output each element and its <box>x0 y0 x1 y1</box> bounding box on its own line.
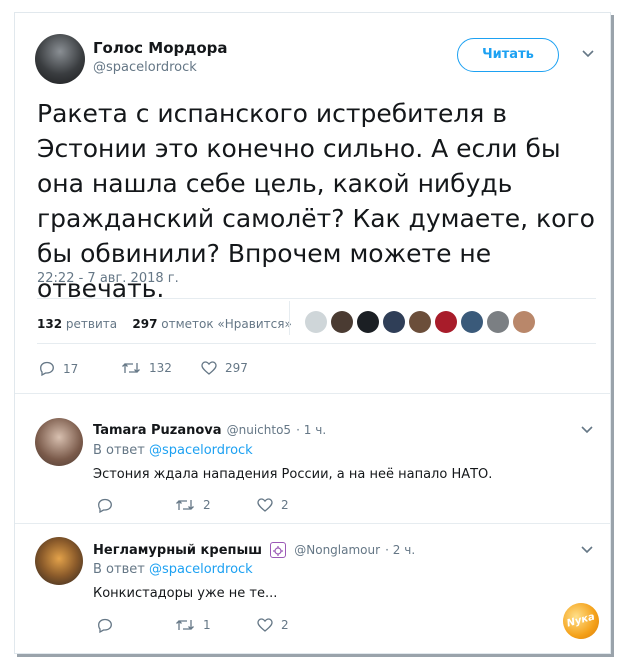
chevron-down-icon[interactable] <box>581 543 593 557</box>
retweet-count: 1 <box>203 618 211 632</box>
divider <box>37 298 596 299</box>
follow-button[interactable]: Читать <box>457 38 559 72</box>
reply-action[interactable] <box>97 618 113 633</box>
divider <box>15 393 610 394</box>
liker-avatar[interactable] <box>435 311 457 333</box>
engagement-stats: 132 ретвита 297 отметок «Нравится» <box>37 317 292 331</box>
reply-author-name[interactable]: Негламурный крепыш <box>93 543 262 558</box>
liker-avatar[interactable] <box>383 311 405 333</box>
retweets-label[interactable]: ретвита <box>66 317 117 331</box>
like-icon <box>257 498 273 512</box>
retweet-icon <box>176 620 194 630</box>
like-count: 2 <box>281 618 289 632</box>
liker-avatar[interactable] <box>487 311 509 333</box>
reply-header: Негламурный крепыш @Nonglamour · 2 ч. <box>93 539 415 558</box>
liker-avatar[interactable] <box>305 311 327 333</box>
retweet-count: 2 <box>203 498 211 512</box>
retweet-action[interactable]: 2 <box>175 498 211 512</box>
reply-header: Tamara Puzanova @nuichto5 · 1 ч. <box>93 419 326 438</box>
author-name[interactable]: Голос Мордора <box>93 39 228 57</box>
reply-author-handle[interactable]: @Nonglamour <box>294 543 380 557</box>
liker-avatar[interactable] <box>409 311 431 333</box>
likes-count[interactable]: 297 <box>132 317 157 331</box>
like-count: 2 <box>281 498 289 512</box>
retweet-icon <box>122 363 140 373</box>
retweet-icon <box>176 500 194 510</box>
like-action[interactable]: 2 <box>257 498 289 512</box>
retweet-action[interactable]: 132 <box>121 361 172 375</box>
chevron-down-icon[interactable] <box>581 423 593 437</box>
reply-author-name[interactable]: Tamara Puzanova <box>93 423 222 438</box>
like-icon <box>257 618 273 632</box>
reply-author-handle[interactable]: @nuichto5 <box>227 423 291 437</box>
like-icon <box>201 361 217 375</box>
divider <box>15 523 610 524</box>
divider <box>37 343 596 344</box>
reply-action[interactable] <box>97 498 113 513</box>
reply-action[interactable]: 17 <box>39 361 78 376</box>
like-action[interactable]: 297 <box>201 361 248 375</box>
in-reply-to: В ответ @spacelordrock <box>93 562 253 577</box>
author-avatar[interactable] <box>35 34 85 84</box>
liker-avatar[interactable] <box>331 311 353 333</box>
tweet-card: Голос Мордора @spacelordrock Читать Раке… <box>14 12 611 654</box>
reply-text: Эстония ждала нападения России, а на неё… <box>93 467 493 482</box>
reply-avatar[interactable] <box>35 418 83 466</box>
like-count: 297 <box>225 361 248 375</box>
author-handle[interactable]: @spacelordrock <box>93 60 197 75</box>
in-reply-prefix: В ответ <box>93 562 145 577</box>
retweet-count: 132 <box>149 361 172 375</box>
reply-time[interactable]: · 2 ч. <box>385 543 415 557</box>
likes-label[interactable]: отметок «Нравится» <box>161 317 292 331</box>
in-reply-prefix: В ответ <box>93 443 145 458</box>
reply-avatar[interactable] <box>35 537 83 585</box>
tweet-timestamp[interactable]: 22:22 - 7 авг. 2018 г. <box>37 271 179 286</box>
retweet-action[interactable]: 1 <box>175 618 211 632</box>
reply-icon <box>40 361 54 376</box>
divider <box>289 301 290 335</box>
reply-icon <box>98 618 112 633</box>
retweets-count[interactable]: 132 <box>37 317 62 331</box>
reply-text: Конкистадоры уже не те... <box>93 586 278 601</box>
reply-count: 17 <box>63 361 79 376</box>
liker-avatar[interactable] <box>357 311 379 333</box>
like-action[interactable]: 2 <box>257 618 289 632</box>
liker-avatar[interactable] <box>513 311 535 333</box>
in-reply-handle[interactable]: @spacelordrock <box>149 443 253 458</box>
chevron-down-icon[interactable] <box>582 47 594 61</box>
liker-avatar[interactable] <box>461 311 483 333</box>
reply-icon <box>98 498 112 513</box>
reply-time[interactable]: · 1 ч. <box>296 423 326 437</box>
in-reply-handle[interactable]: @spacelordrock <box>149 562 253 577</box>
in-reply-to: В ответ @spacelordrock <box>93 443 253 458</box>
badge-icon <box>270 541 287 558</box>
